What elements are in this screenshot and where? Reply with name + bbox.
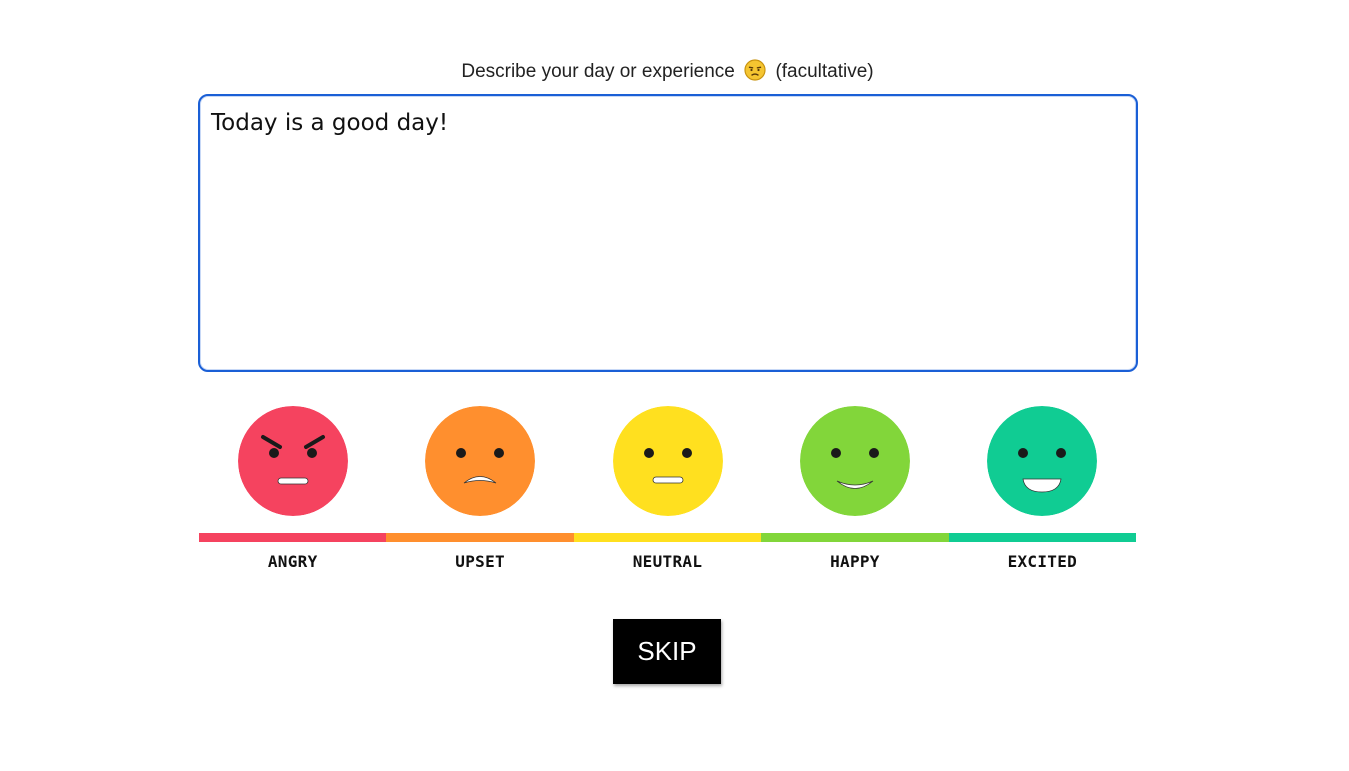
mood-scale: ANGRY UPSET NEUTRAL HAPPY EXCITED xyxy=(199,406,1137,571)
excited-face-icon[interactable] xyxy=(987,406,1098,516)
mood-label-angry: ANGRY xyxy=(267,552,318,571)
mood-option-happy[interactable]: HAPPY xyxy=(761,406,949,571)
experience-textarea-wrapper xyxy=(198,94,1138,372)
experience-textarea[interactable] xyxy=(198,94,1138,372)
prompt-label: Describe your day or experience (faculta… xyxy=(0,58,1335,86)
mood-label-happy: HAPPY xyxy=(830,552,880,571)
mood-label-upset: UPSET xyxy=(455,552,505,571)
angry-face-icon[interactable] xyxy=(237,406,348,516)
skip-button[interactable]: SKIP xyxy=(613,619,721,684)
mood-bar-excited xyxy=(948,533,1137,542)
neutral-face-icon[interactable] xyxy=(612,406,723,516)
pensive-face-icon xyxy=(744,59,766,82)
prompt-text: Describe your day or experience xyxy=(461,61,735,82)
mood-bar-neutral xyxy=(573,533,762,542)
happy-face-icon[interactable] xyxy=(799,406,910,516)
mood-option-neutral[interactable]: NEUTRAL xyxy=(573,406,762,571)
mood-bar-happy xyxy=(761,533,949,542)
mood-bar-upset xyxy=(386,533,574,542)
upset-face-icon[interactable] xyxy=(425,406,536,516)
mood-option-excited[interactable]: EXCITED xyxy=(948,406,1137,571)
mood-bar-angry xyxy=(199,533,387,542)
mood-label-neutral: NEUTRAL xyxy=(632,552,703,571)
mood-label-excited: EXCITED xyxy=(1007,552,1078,571)
mood-option-upset[interactable]: UPSET xyxy=(386,406,574,571)
prompt-suffix: (facultative) xyxy=(775,61,874,82)
mood-option-angry[interactable]: ANGRY xyxy=(199,406,387,571)
